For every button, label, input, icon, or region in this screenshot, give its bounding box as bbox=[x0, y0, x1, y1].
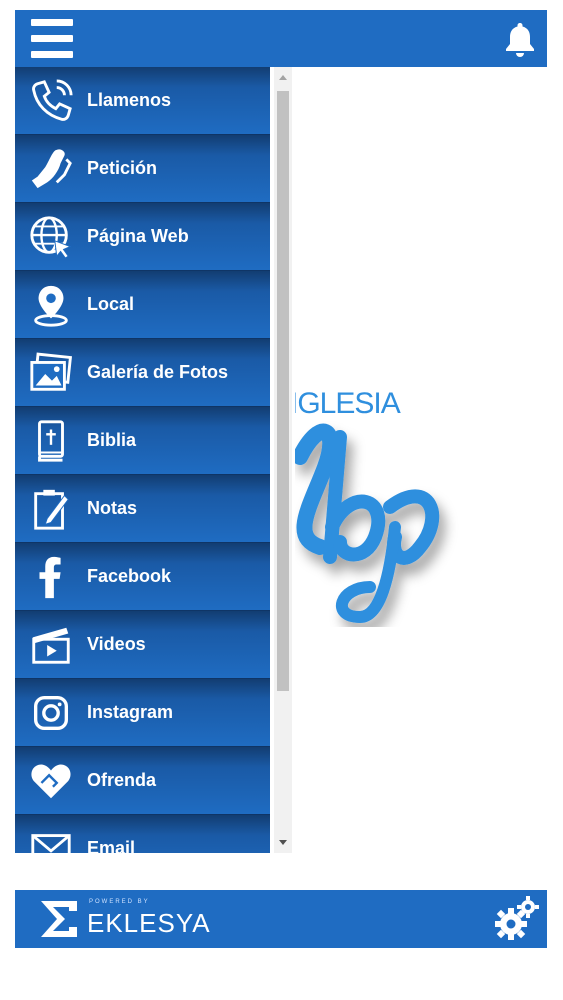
menu-label: Llamenos bbox=[87, 90, 172, 110]
top-bar bbox=[15, 10, 547, 67]
bible-icon bbox=[15, 407, 87, 475]
menu-item-notas[interactable]: Notas bbox=[15, 475, 270, 543]
menu-label: Local bbox=[87, 294, 135, 314]
menu-item-pagina-web[interactable]: Página Web bbox=[15, 203, 270, 271]
menu-item-llamenos[interactable]: Llamenos bbox=[15, 67, 270, 135]
app-window: IGLESIA Llamenos Petición Página Web Loc… bbox=[15, 10, 547, 948]
brand-name: EKLESYA bbox=[87, 907, 211, 938]
church-logo: IGLESIA bbox=[270, 377, 470, 637]
menu-item-videos[interactable]: Videos bbox=[15, 611, 270, 679]
hamburger-menu-icon[interactable] bbox=[31, 19, 73, 59]
gears-icon[interactable] bbox=[493, 896, 539, 942]
heart-hands-icon bbox=[15, 747, 87, 815]
globe-cursor-icon bbox=[15, 203, 87, 271]
powered-by-text: POWERED BY bbox=[89, 899, 150, 905]
envelope-icon bbox=[15, 815, 87, 853]
menu-label: Videos bbox=[87, 634, 146, 654]
menu-label: Facebook bbox=[87, 566, 172, 586]
drawer-scrollbar[interactable] bbox=[274, 67, 292, 853]
menu-item-email[interactable]: Email bbox=[15, 815, 270, 853]
main-content: IGLESIA Llamenos Petición Página Web Loc… bbox=[15, 67, 547, 853]
menu-label: Ofrenda bbox=[87, 770, 157, 790]
notes-pencil-icon bbox=[15, 475, 87, 543]
menu-label: Galería de Fotos bbox=[87, 362, 229, 382]
menu-label: Notas bbox=[87, 498, 138, 518]
phone-icon bbox=[15, 67, 87, 135]
menu-item-peticion[interactable]: Petición bbox=[15, 135, 270, 203]
menu-label: Instagram bbox=[87, 702, 174, 722]
menu-item-biblia[interactable]: Biblia bbox=[15, 407, 270, 475]
menu-label: Petición bbox=[87, 158, 158, 178]
bell-icon[interactable] bbox=[503, 20, 537, 58]
location-pin-icon bbox=[15, 271, 87, 339]
eklesya-brand: POWERED BY EKLESYA bbox=[37, 896, 211, 942]
menu-item-local[interactable]: Local bbox=[15, 271, 270, 339]
praying-hands-icon bbox=[15, 135, 87, 203]
photo-gallery-icon bbox=[15, 339, 87, 407]
menu-item-ofrenda[interactable]: Ofrenda bbox=[15, 747, 270, 815]
scroll-up-arrow-icon[interactable] bbox=[274, 69, 292, 87]
logo-top-text: IGLESIA bbox=[290, 387, 401, 420]
menu-label: Biblia bbox=[87, 430, 137, 450]
logo-script-mark bbox=[292, 423, 440, 624]
bottom-bar: POWERED BY EKLESYA bbox=[15, 890, 547, 948]
side-drawer: Llamenos Petición Página Web Local Galer… bbox=[15, 67, 295, 853]
facebook-icon bbox=[15, 543, 87, 611]
menu-label: Página Web bbox=[87, 226, 189, 246]
menu-item-facebook[interactable]: Facebook bbox=[15, 543, 270, 611]
sigma-logo-icon bbox=[41, 901, 77, 937]
menu-item-galeria[interactable]: Galería de Fotos bbox=[15, 339, 270, 407]
scroll-thumb[interactable] bbox=[277, 91, 289, 691]
video-clapper-icon bbox=[15, 611, 87, 679]
menu-label: Email bbox=[87, 838, 136, 853]
menu-item-instagram[interactable]: Instagram bbox=[15, 679, 270, 747]
scroll-down-arrow-icon[interactable] bbox=[274, 833, 292, 851]
drawer-menu: Llamenos Petición Página Web Local Galer… bbox=[15, 67, 270, 853]
instagram-icon bbox=[15, 679, 87, 747]
